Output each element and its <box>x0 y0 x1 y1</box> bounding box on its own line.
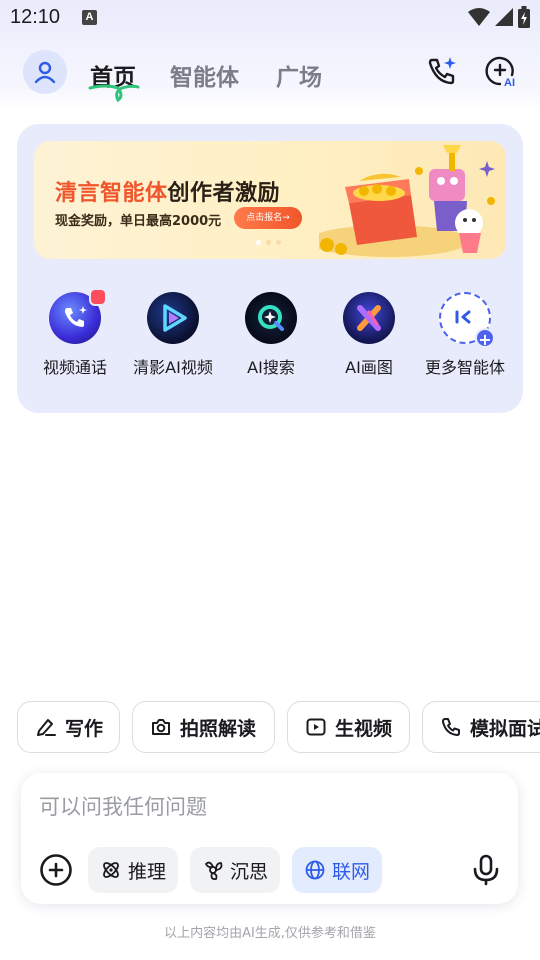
wifi-icon <box>468 8 490 26</box>
tab-active-indicator <box>88 84 140 103</box>
voice-input-button[interactable] <box>469 853 503 887</box>
treasure-illustration <box>319 145 495 257</box>
shortcut-more-agents[interactable]: + 更多智能体 <box>415 292 515 378</box>
qingying-video-icon <box>147 292 199 344</box>
banner-dot <box>256 240 261 245</box>
chat-input-panel: 推理 沉思 联网 <box>21 773 518 904</box>
shortcut-ai-search[interactable]: AI搜索 <box>221 292 321 378</box>
microphone-icon <box>473 854 499 886</box>
svg-text:AI: AI <box>504 77 515 88</box>
profile-avatar[interactable] <box>23 50 67 94</box>
battery-icon <box>518 6 530 28</box>
chip-label: 写作 <box>65 717 104 740</box>
banner-signup-button[interactable]: 点击报名→ <box>234 207 302 229</box>
plus-circle-icon <box>40 854 72 886</box>
shortcut-label: AI搜索 <box>247 358 295 377</box>
mode-web-search[interactable]: 联网 <box>292 847 383 893</box>
tab-agents[interactable]: 智能体 <box>170 58 239 92</box>
status-icons <box>468 6 530 28</box>
banner-title-rest: 创作者激励 <box>167 181 281 206</box>
banner-subtitle: 现金奖励，单日最高2000元 <box>55 214 222 229</box>
add-attachment-button[interactable] <box>39 853 73 887</box>
video-call-icon <box>49 288 107 344</box>
status-time: 12:10 <box>10 6 61 28</box>
promo-banner[interactable]: 清言智能体创作者激励 现金奖励，单日最高2000元 点击报名→ <box>34 141 506 259</box>
shortcut-label: 清影AI视频 <box>133 358 213 377</box>
chip-label: 生视频 <box>335 717 393 740</box>
chip-mock-interview[interactable]: 模拟面试 <box>422 701 540 753</box>
mode-label: 推理 <box>128 860 167 883</box>
chip-generate-video[interactable]: 生视频 <box>287 701 410 753</box>
shortcut-label: 视频通话 <box>42 358 107 377</box>
prompt-input[interactable] <box>39 791 489 823</box>
shortcut-video-call[interactable]: 视频通话 <box>25 288 125 378</box>
mode-contemplate[interactable]: 沉思 <box>190 847 281 893</box>
notification-icon: A <box>82 10 97 25</box>
more-agents-icon: + <box>439 292 495 349</box>
app-header: 首页 智能体 广场 AI <box>0 44 540 104</box>
ai-drawing-icon <box>343 292 395 344</box>
camera-icon <box>152 719 170 735</box>
suggestion-chips: 写作 拍照解读 生视频 模拟面试 <box>17 701 540 753</box>
ai-disclaimer: 以上内容均由AI生成,仅供参考和借鉴 <box>164 926 376 941</box>
mode-label: 沉思 <box>230 860 269 883</box>
mode-reasoning[interactable]: 推理 <box>88 847 179 893</box>
chip-label: 拍照解读 <box>180 717 257 740</box>
reasoning-icon <box>103 862 119 878</box>
signal-icon <box>495 8 513 26</box>
contemplate-icon <box>205 861 223 881</box>
shortcut-qingying-video[interactable]: 清影AI视频 <box>123 292 223 378</box>
user-icon <box>34 61 56 84</box>
phone-sparkle-icon <box>428 57 456 85</box>
tab-plaza[interactable]: 广场 <box>276 58 322 92</box>
banner-pagination <box>256 240 281 245</box>
chip-writing[interactable]: 写作 <box>17 701 120 753</box>
banner-title: 清言智能体创作者激励 <box>55 175 280 207</box>
status-bar: 12:10 A <box>0 0 540 36</box>
ai-chat-plus-icon: AI <box>485 56 515 88</box>
voice-call-button[interactable] <box>425 54 459 88</box>
shortcut-ai-drawing[interactable]: AI画图 <box>319 292 419 378</box>
new-ai-chat-button[interactable]: AI <box>483 54 517 88</box>
ai-search-icon <box>245 292 297 344</box>
banner-dot <box>276 240 281 245</box>
globe-icon <box>305 860 325 880</box>
banner-title-highlight: 清言智能体 <box>55 181 168 206</box>
pen-icon <box>37 719 56 736</box>
banner-dot <box>266 240 271 245</box>
phone-icon <box>442 718 460 736</box>
shortcut-label: 更多智能体 <box>424 358 505 377</box>
agent-shortcuts: 视频通话 清影AI视频 AI搜索 AI画图 + 更多智能体 <box>17 288 523 382</box>
mode-label: 联网 <box>332 860 371 883</box>
chip-photo-analysis[interactable]: 拍照解读 <box>132 701 275 753</box>
play-icon <box>306 718 326 736</box>
shortcut-label: AI画图 <box>345 358 393 377</box>
chip-label: 模拟面试 <box>470 717 540 740</box>
feature-card: 清言智能体创作者激励 现金奖励，单日最高2000元 点击报名→ 视频通话 清影A… <box>17 124 523 413</box>
